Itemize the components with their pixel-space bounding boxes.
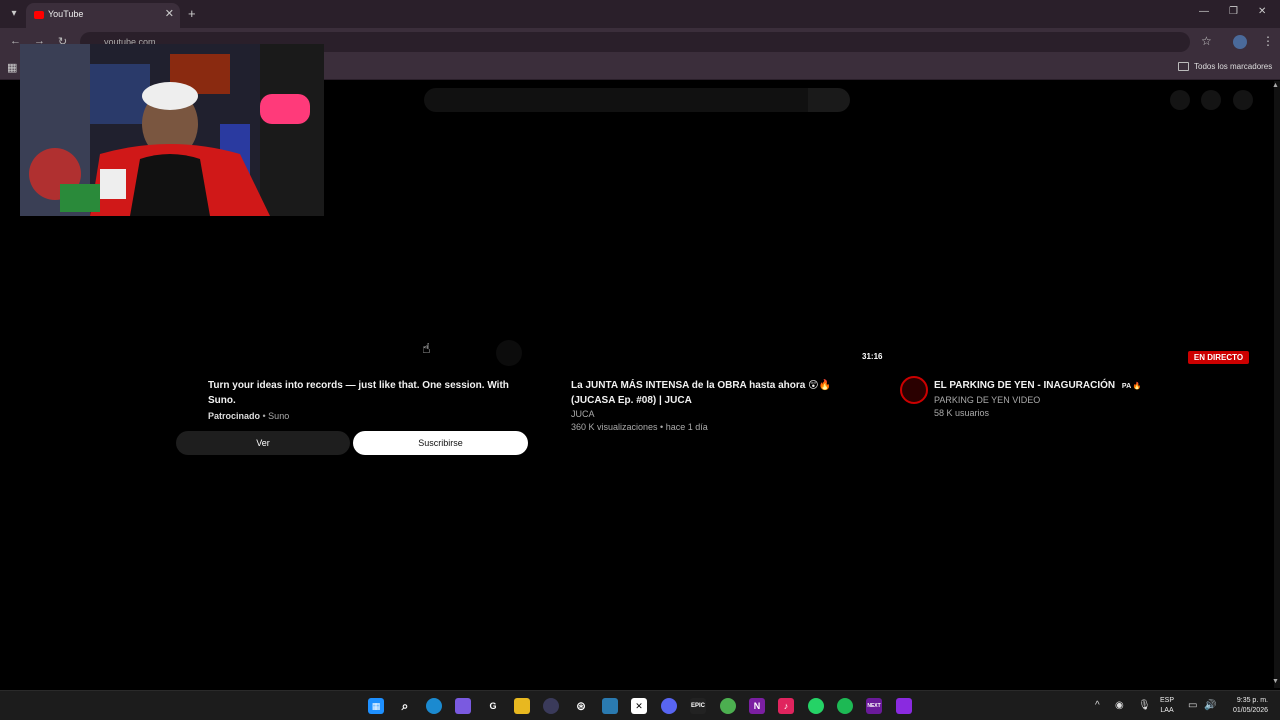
profile-avatar-icon[interactable] <box>1233 35 1247 49</box>
subscribe-button[interactable]: Suscribirse <box>353 431 528 455</box>
tab-bar: ▾ YouTube ✕ + — ❐ ✕ <box>0 0 1280 28</box>
all-bookmarks-link[interactable]: Todos los marcadores <box>1194 62 1272 71</box>
scrollbar[interactable] <box>1274 81 1280 688</box>
streamer-webcam-image <box>20 44 324 216</box>
new-tab-icon[interactable]: + <box>188 6 196 21</box>
chatgpt-alt-icon[interactable]: ⊛ <box>573 698 589 714</box>
file-explorer-icon[interactable] <box>514 698 530 714</box>
copilot-icon[interactable] <box>455 698 471 714</box>
onenote-icon[interactable]: N <box>749 698 765 714</box>
tab-title: YouTube <box>48 9 84 19</box>
video-card[interactable]: La JUNTA MÁS INTENSA de la OBRA hasta ah… <box>571 378 846 432</box>
whatsapp-icon[interactable] <box>808 698 824 714</box>
language-indicator[interactable]: ESP LAA <box>1160 696 1174 716</box>
spotify-icon[interactable] <box>837 698 853 714</box>
menu-kebab-icon[interactable]: ⋮ <box>1262 34 1274 48</box>
chatgpt-icon[interactable]: G <box>485 698 501 714</box>
video-stats: 360 K visualizaciones • hace 1 día <box>571 422 708 432</box>
live-title-row[interactable]: EL PARKING DE YEN - INAGURACIÓN PA 🔥 <box>934 378 1234 394</box>
windows-start-icon[interactable]: ▦ <box>368 698 384 714</box>
webcam-overlay <box>20 44 324 216</box>
create-icon[interactable] <box>1170 90 1190 110</box>
minimize-icon[interactable]: — <box>1199 6 1209 17</box>
ad-meta: Patrocinado • Suno <box>208 411 518 421</box>
clock-time: 9:35 p. m. <box>1236 697 1268 704</box>
volume-icon[interactable]: 🔊 <box>1204 700 1216 711</box>
network-icon[interactable]: ▭ <box>1188 700 1197 711</box>
view-button[interactable]: Ver <box>176 431 350 455</box>
ad-card[interactable]: Turn your ideas into records — just like… <box>208 378 518 421</box>
close-tab-icon[interactable]: ✕ <box>165 7 174 20</box>
account-icon[interactable] <box>1233 90 1253 110</box>
scroll-down-icon[interactable]: ▼ <box>1272 678 1279 685</box>
video-duration-badge: 31:16 <box>858 351 887 362</box>
next-icon[interactable]: NEXT <box>866 698 882 714</box>
ad-title[interactable]: Turn your ideas into records — just like… <box>208 378 518 408</box>
live-viewers: 58 K usuarios <box>934 408 990 418</box>
clock[interactable]: 9:35 p. m. 01/05/2026 <box>1222 696 1268 716</box>
edge-icon[interactable] <box>426 698 442 714</box>
live-title[interactable]: EL PARKING DE YEN - INAGURACIÓN <box>934 380 1115 391</box>
live-title-suffix: PA 🔥 <box>1121 383 1142 390</box>
apps-grid-icon[interactable]: ▦ <box>7 61 17 74</box>
bookmark-star-icon[interactable]: ☆ <box>1201 34 1212 48</box>
tray-app-icon[interactable]: ◉ <box>1115 700 1124 711</box>
calculator-icon[interactable] <box>602 698 618 714</box>
app-purple-icon[interactable] <box>896 698 912 714</box>
folder-icon[interactable] <box>1178 62 1189 71</box>
chrome-icon[interactable] <box>720 698 736 714</box>
tab-youtube[interactable]: YouTube ✕ <box>26 3 180 28</box>
app-icon[interactable] <box>543 698 559 714</box>
live-channel[interactable]: PARKING DE YEN VIDEO <box>934 395 1234 405</box>
mouse-cursor-icon: ☝ <box>422 340 431 356</box>
scroll-up-icon[interactable]: ▲ <box>1272 82 1279 89</box>
close-window-icon[interactable]: ✕ <box>1258 6 1266 17</box>
sponsored-label: Patrocinado <box>208 411 261 421</box>
live-card[interactable]: EL PARKING DE YEN - INAGURACIÓN PA 🔥 PAR… <box>934 378 1234 418</box>
channel-avatar[interactable] <box>900 376 928 404</box>
loading-placeholder <box>496 340 522 366</box>
search-icon[interactable]: ⌕ <box>397 698 413 714</box>
video-title[interactable]: La JUNTA MÁS INTENSA de la OBRA hasta ah… <box>571 378 846 408</box>
advertiser-name[interactable]: • Suno <box>263 411 290 421</box>
capcut-icon[interactable]: ✕ <box>631 698 647 714</box>
epic-games-icon[interactable]: EPIC <box>690 698 706 714</box>
restore-icon[interactable]: ❐ <box>1229 6 1238 17</box>
notifications-icon[interactable] <box>1201 90 1221 110</box>
microphone-icon[interactable]: 🎙 <box>1138 700 1151 711</box>
search-button[interactable] <box>808 88 850 112</box>
lang-top: ESP <box>1160 697 1175 704</box>
tab-search-icon[interactable]: ▾ <box>6 6 22 22</box>
live-badge: EN DIRECTO <box>1188 351 1249 364</box>
search-input-placeholder[interactable] <box>424 88 808 112</box>
discord-icon[interactable] <box>661 698 677 714</box>
tiktok-icon[interactable]: ♪ <box>778 698 794 714</box>
clock-date: 01/05/2026 <box>1232 707 1268 714</box>
youtube-favicon-icon <box>34 11 44 19</box>
video-channel[interactable]: JUCA <box>571 409 846 419</box>
tray-overflow-icon[interactable]: ^ <box>1095 700 1100 711</box>
lang-bottom: LAA <box>1160 707 1174 714</box>
windows-taskbar: ▦ ⌕ G ⊛ ✕ EPIC N ♪ NEXT ^ ◉ 🎙 ESP LAA ▭ … <box>0 690 1280 720</box>
